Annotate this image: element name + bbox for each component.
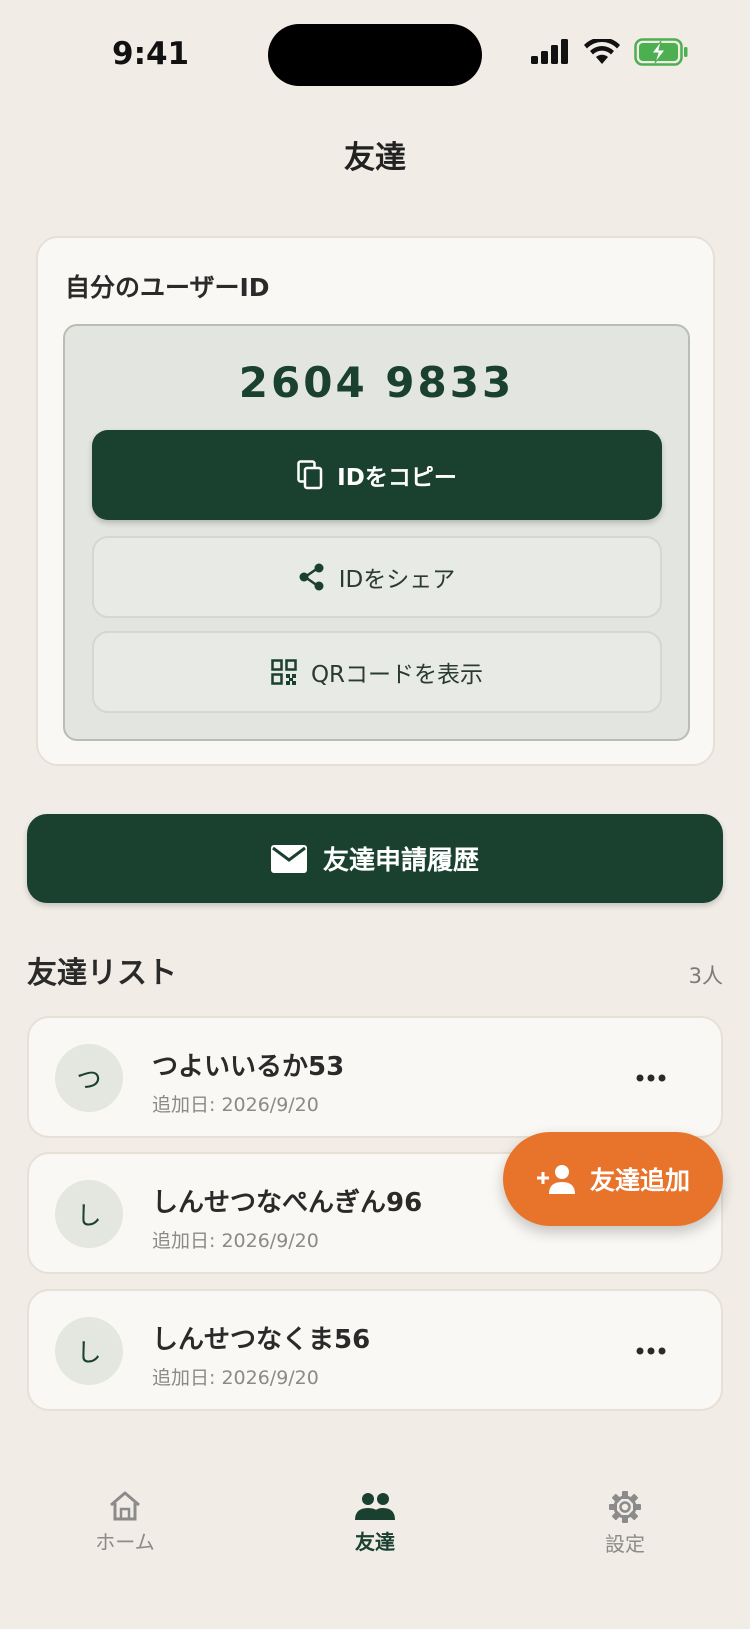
person-add-icon bbox=[536, 1165, 575, 1194]
qr-code-icon bbox=[271, 659, 297, 685]
show-qr-label: QRコードを表示 bbox=[310, 662, 484, 688]
tab-friends[interactable]: 友達 bbox=[295, 1490, 455, 1555]
more-options-button[interactable] bbox=[623, 1331, 679, 1371]
user-id-card: 自分のユーザーID 2604 9833 IDをコピー IDをシェア QRコードを… bbox=[36, 236, 715, 766]
avatar: し bbox=[55, 1180, 123, 1248]
people-icon bbox=[355, 1493, 395, 1520]
mail-icon bbox=[270, 844, 307, 873]
user-id-box: 2604 9833 IDをコピー IDをシェア QRコードを表示 bbox=[63, 324, 690, 741]
avatar: し bbox=[55, 1317, 123, 1385]
friend-list-title: 友達リスト bbox=[27, 956, 177, 991]
friend-added-date: 追加日: 2026/9/20 bbox=[152, 1367, 319, 1389]
more-horizontal-icon bbox=[636, 1074, 666, 1082]
cellular-signal-icon bbox=[531, 39, 568, 64]
tab-home-label: ホーム bbox=[95, 1530, 155, 1554]
friend-added-date: 追加日: 2026/9/20 bbox=[152, 1230, 319, 1252]
user-id-label: 自分のユーザーID bbox=[65, 273, 270, 302]
friend-name: しんせつなぺんぎん96 bbox=[152, 1188, 423, 1218]
tab-friends-label: 友達 bbox=[355, 1530, 395, 1554]
friend-requests-history-label: 友達申請履歴 bbox=[322, 846, 479, 876]
bottom-tab-bar: ホーム 友達 設定 bbox=[0, 1480, 750, 1590]
avatar: つ bbox=[55, 1044, 123, 1112]
copy-id-button[interactable]: IDをコピー bbox=[92, 430, 662, 520]
friend-list-item[interactable]: し しんせつなくま56 追加日: 2026/9/20 bbox=[27, 1289, 723, 1411]
copy-icon bbox=[297, 460, 323, 490]
add-friend-button[interactable]: 友達追加 bbox=[503, 1132, 723, 1226]
tab-settings-label: 設定 bbox=[605, 1532, 645, 1556]
user-id-value: 2604 9833 bbox=[238, 358, 515, 407]
copy-id-label: IDをコピー bbox=[337, 465, 457, 491]
friend-count: 3人 bbox=[688, 964, 723, 988]
friend-requests-history-button[interactable]: 友達申請履歴 bbox=[27, 814, 723, 903]
show-qr-button[interactable]: QRコードを表示 bbox=[92, 631, 662, 713]
share-id-label: IDをシェア bbox=[338, 567, 456, 593]
status-bar: 9:41 bbox=[0, 0, 750, 110]
more-horizontal-icon bbox=[636, 1347, 666, 1355]
friend-name: つよいいるか53 bbox=[152, 1052, 345, 1082]
more-options-button[interactable] bbox=[623, 1058, 679, 1098]
status-icons bbox=[530, 38, 688, 66]
tab-settings[interactable]: 設定 bbox=[545, 1490, 705, 1557]
home-icon bbox=[110, 1491, 140, 1521]
tab-home[interactable]: ホーム bbox=[45, 1490, 205, 1555]
friend-added-date: 追加日: 2026/9/20 bbox=[152, 1094, 319, 1116]
dynamic-island bbox=[268, 24, 482, 86]
gear-icon bbox=[609, 1491, 641, 1523]
status-time: 9:41 bbox=[112, 36, 190, 72]
share-icon bbox=[299, 563, 324, 591]
add-friend-label: 友達追加 bbox=[589, 1166, 690, 1195]
battery-charging-icon bbox=[634, 38, 688, 66]
page-title: 友達 bbox=[344, 140, 406, 176]
wifi-icon bbox=[584, 39, 620, 64]
friend-list-item[interactable]: つ つよいいるか53 追加日: 2026/9/20 bbox=[27, 1016, 723, 1138]
share-id-button[interactable]: IDをシェア bbox=[92, 536, 662, 618]
friend-name: しんせつなくま56 bbox=[152, 1325, 371, 1355]
friend-list-header: 友達リスト 3人 bbox=[27, 948, 723, 992]
